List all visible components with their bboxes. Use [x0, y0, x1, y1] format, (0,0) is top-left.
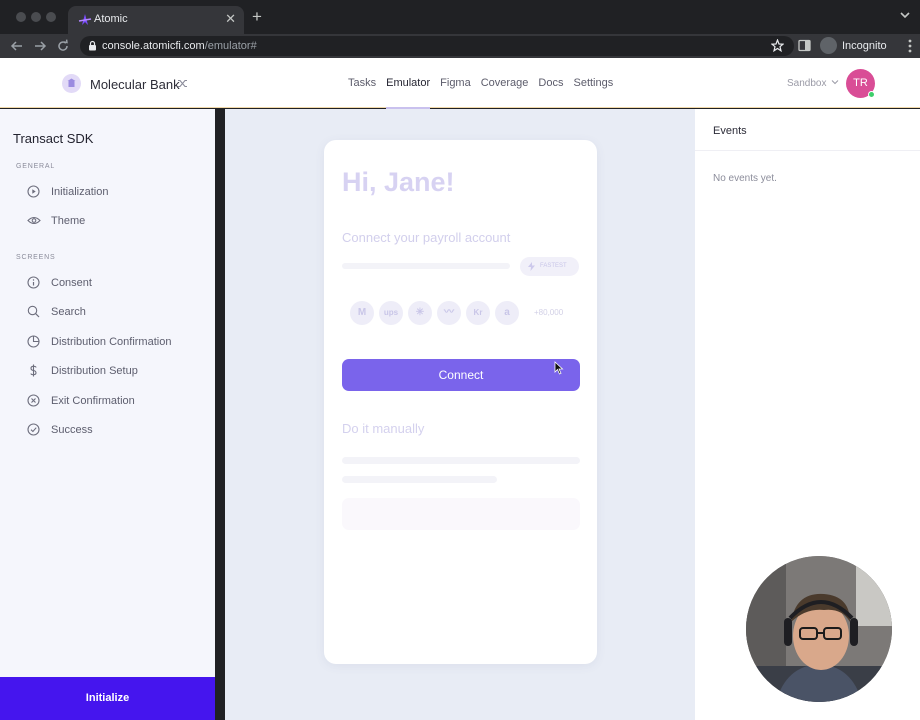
address-bar[interactable]: console.atomicfi.com/emulator# [80, 36, 794, 56]
app-header: Molecular Bank Tasks Emulator Figma Cove… [0, 58, 920, 109]
reload-icon[interactable] [54, 37, 72, 55]
pie-chart-icon [27, 335, 40, 348]
skeleton-button [342, 498, 580, 530]
nav-tasks[interactable]: Tasks [348, 77, 376, 89]
main-nav: Tasks Emulator Figma Coverage Docs Setti… [348, 77, 613, 109]
side-panel-icon[interactable] [798, 39, 811, 52]
incognito-icon[interactable] [820, 37, 837, 54]
bookmark-star-icon[interactable] [771, 39, 784, 52]
nav-settings[interactable]: Settings [573, 77, 613, 89]
sidebar-item-theme[interactable]: Theme [27, 213, 197, 229]
fastest-badge-label: FASTEST [540, 263, 567, 269]
presenter-video-image [746, 556, 892, 702]
fastest-badge: FASTEST [520, 257, 579, 276]
events-title: Events [713, 125, 747, 137]
skeleton-line [342, 476, 497, 483]
forward-arrow-icon[interactable] [31, 37, 49, 55]
check-circle-icon [27, 423, 40, 436]
window-close-button[interactable] [16, 12, 26, 22]
nav-emulator[interactable]: Emulator [386, 77, 431, 109]
sidebar-item-distribution-setup[interactable]: Distribution Setup [27, 363, 197, 379]
events-empty-state: No events yet. [713, 173, 777, 184]
section-label-general: GENERAL [16, 163, 56, 170]
do-it-manually-link[interactable]: Do it manually [342, 421, 424, 436]
search-icon [27, 305, 40, 318]
mcdonalds-logo[interactable]: M [350, 301, 374, 325]
initialize-button[interactable]: Initialize [0, 677, 215, 720]
nike-logo[interactable]: 〰 [437, 301, 461, 325]
emulator-phone-frame: Hi, Jane! Connect your payroll account F… [324, 140, 597, 664]
atomic-logo-icon [78, 14, 92, 25]
nav-docs[interactable]: Docs [538, 77, 563, 89]
connect-button[interactable]: Connect [342, 359, 580, 391]
shuffle-switch-icon[interactable] [177, 78, 188, 89]
browser-menu-icon[interactable] [908, 39, 912, 53]
sidebar-item-success[interactable]: Success [27, 422, 197, 438]
url-text: console.atomicfi.com/emulator# [102, 40, 257, 52]
eye-icon [27, 216, 41, 225]
sidebar-item-initialization[interactable]: Initialization [27, 184, 197, 200]
bank-building-icon [67, 78, 76, 87]
sdk-sidebar: Transact SDK GENERAL Initialization Them… [0, 109, 215, 720]
chevron-down-icon [831, 80, 839, 85]
bank-name[interactable]: Molecular Bank [90, 77, 180, 92]
window-zoom-button[interactable] [46, 12, 56, 22]
section-label-screens: SCREENS [16, 254, 56, 261]
window-minimize-button[interactable] [31, 12, 41, 22]
tab-title: Atomic [94, 13, 128, 25]
sidebar-item-label: Search [51, 306, 86, 318]
emulator-canvas: Hi, Jane! Connect your payroll account F… [225, 109, 695, 720]
sidebar-item-label: Initialization [51, 186, 109, 198]
walmart-logo[interactable]: ✳ [408, 301, 432, 325]
sidebar-item-label: Distribution Confirmation [51, 336, 172, 348]
sidebar-item-label: Exit Confirmation [51, 395, 135, 407]
dollar-icon [30, 364, 37, 377]
url-domain: console.atomicfi.com [102, 40, 205, 52]
events-divider [695, 150, 920, 151]
sidebar-item-distribution-confirmation[interactable]: Distribution Confirmation [27, 334, 197, 350]
url-path: /emulator# [204, 40, 257, 52]
sidebar-title: Transact SDK [13, 131, 94, 146]
play-circle-icon [27, 185, 40, 198]
online-status-dot [868, 91, 875, 98]
x-circle-icon [27, 394, 40, 407]
bank-logo-icon [62, 74, 81, 93]
sidebar-item-label: Success [51, 424, 93, 436]
back-arrow-icon[interactable] [8, 37, 26, 55]
tab-search-chevron-icon[interactable] [900, 10, 910, 20]
lock-icon [89, 40, 96, 51]
new-tab-button[interactable]: + [252, 8, 262, 26]
browser-toolbar: console.atomicfi.com/emulator# Incognito [0, 34, 920, 58]
sidebar-item-label: Consent [51, 277, 92, 289]
sidebar-item-exit-confirmation[interactable]: Exit Confirmation [27, 393, 197, 409]
sidebar-item-label: Theme [51, 215, 86, 227]
ups-logo[interactable]: ups [379, 301, 403, 325]
environment-label: Sandbox [787, 78, 827, 89]
nav-coverage[interactable]: Coverage [481, 77, 529, 89]
browser-tab-atomic[interactable]: Atomic ✕ [68, 6, 244, 34]
browser-tab-bar: Atomic ✕ + [0, 0, 920, 34]
info-circle-icon [27, 276, 40, 289]
webcam-overlay [746, 556, 892, 702]
kroger-logo[interactable]: Kr [466, 301, 490, 325]
lightning-icon [528, 262, 535, 271]
mouse-cursor-icon [554, 361, 564, 375]
tab-close-icon[interactable]: ✕ [225, 11, 236, 27]
nav-figma[interactable]: Figma [440, 77, 471, 89]
sidebar-item-consent[interactable]: Consent [27, 275, 197, 291]
skeleton-line [342, 457, 580, 464]
sidebar-item-search[interactable]: Search [27, 304, 197, 320]
incognito-label[interactable]: Incognito [842, 40, 887, 52]
amazon-logo[interactable]: a [495, 301, 519, 325]
greeting-heading: Hi, Jane! [342, 167, 455, 197]
skeleton-line [342, 263, 510, 269]
connect-subheading: Connect your payroll account [342, 230, 511, 245]
more-employers-count: +80,000 [534, 308, 564, 317]
sidebar-item-label: Distribution Setup [51, 365, 138, 377]
environment-dropdown[interactable]: Sandbox [787, 78, 839, 89]
